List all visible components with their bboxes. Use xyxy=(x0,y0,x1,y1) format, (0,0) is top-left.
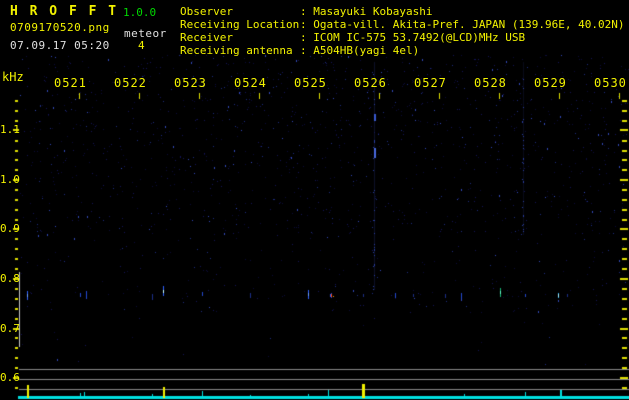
freq-tick-label: 0.7 xyxy=(0,322,20,335)
app-version: 1.0.0 xyxy=(123,6,157,19)
time-tick-label: 0526 xyxy=(354,76,387,90)
app-title: H R O F F T xyxy=(10,4,119,19)
station-colon: : xyxy=(300,44,314,57)
freq-unit-label: kHz xyxy=(2,70,24,84)
capture-datetime: 07.09.17 05:20 xyxy=(10,39,110,52)
freq-tick-label: 1.1 xyxy=(0,123,20,136)
time-tick-label: 0529 xyxy=(534,76,567,90)
time-tick-label: 0525 xyxy=(294,76,327,90)
time-tick-label: 0523 xyxy=(174,76,207,90)
freq-tick-label: 0.9 xyxy=(0,222,20,235)
mode-label: meteor xyxy=(124,27,167,40)
station-value: ICOM IC-575 53.7492(@LCD)MHz USB xyxy=(313,31,526,44)
station-value: A504HB(yagi 4el) xyxy=(313,44,420,57)
station-value: Ogata-vill. Akita-Pref. JAPAN (139.96E, … xyxy=(313,18,625,31)
time-tick-label: 0524 xyxy=(234,76,267,90)
meteor-count: 4 xyxy=(138,39,146,52)
time-tick-label: 0521 xyxy=(54,76,87,90)
output-filename: 0709170520.png xyxy=(10,21,110,34)
station-row: Observer: Masayuki Kobayashi xyxy=(180,5,625,18)
freq-tick-label: 0.8 xyxy=(0,272,20,285)
time-tick-label: 0530 xyxy=(594,76,627,90)
station-value: Masayuki Kobayashi xyxy=(313,5,433,18)
freq-tick-label: 0.6 xyxy=(0,371,20,384)
station-label: Receiver xyxy=(180,31,233,44)
station-colon: : xyxy=(300,18,314,31)
time-tick-label: 0522 xyxy=(114,76,147,90)
station-row: Receiver: ICOM IC-575 53.7492(@LCD)MHz U… xyxy=(180,31,625,44)
station-label: Receiving Location xyxy=(180,18,300,31)
station-colon: : xyxy=(300,5,314,18)
spectrogram-canvas xyxy=(0,0,629,400)
time-tick-label: 0528 xyxy=(474,76,507,90)
station-row: Receiving Location: Ogata-vill. Akita-Pr… xyxy=(180,18,625,31)
time-tick-label: 0527 xyxy=(414,76,447,90)
station-row: Receiving antenna: A504HB(yagi 4el) xyxy=(180,44,625,57)
station-label: Observer xyxy=(180,5,233,18)
freq-tick-label: 1.0 xyxy=(0,173,20,186)
station-colon: : xyxy=(300,31,314,44)
station-info: Observer: Masayuki Kobayashi Receiving Lo… xyxy=(180,5,625,57)
hrofft-output: H R O F F T 1.0.0 0709170520.png meteor … xyxy=(0,0,629,400)
station-label: Receiving antenna xyxy=(180,44,293,57)
